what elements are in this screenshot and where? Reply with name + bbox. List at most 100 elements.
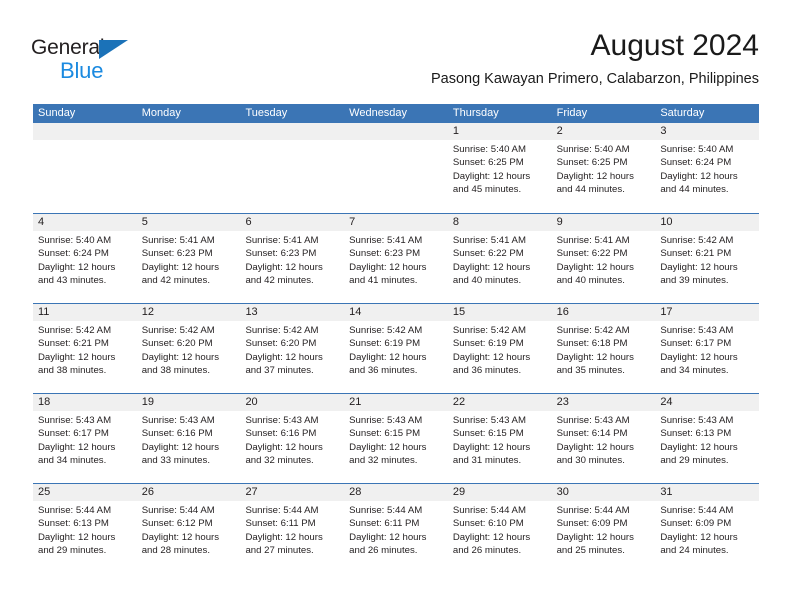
day-details-25[interactable]: Sunrise: 5:44 AM Sunset: 6:13 PM Daylight:… xyxy=(33,501,137,574)
day-detail-line: Daylight: 12 hours xyxy=(660,261,738,273)
day-details-30[interactable]: Sunrise: 5:44 AM Sunset: 6:09 PM Daylight:… xyxy=(552,501,656,574)
day-details-27[interactable]: Sunrise: 5:44 AM Sunset: 6:11 PM Daylight:… xyxy=(240,501,344,574)
calendar-page: General Blue August 2024 Pasong Kawayan … xyxy=(0,0,792,612)
day-number-29[interactable]: 29 xyxy=(448,484,552,501)
day-number-8[interactable]: 8 xyxy=(448,214,552,231)
day-details-14[interactable]: Sunrise: 5:42 AM Sunset: 6:19 PM Daylight:… xyxy=(344,321,448,394)
day-details-26[interactable]: Sunrise: 5:44 AM Sunset: 6:12 PM Daylight:… xyxy=(137,501,241,574)
day-number-17[interactable]: 17 xyxy=(655,304,759,321)
day-number-24[interactable]: 24 xyxy=(655,394,759,411)
day-details-6[interactable]: Sunrise: 5:41 AM Sunset: 6:23 PM Daylight:… xyxy=(240,231,344,304)
day-details-31[interactable]: Sunrise: 5:44 AM Sunset: 6:09 PM Daylight:… xyxy=(655,501,759,574)
day-detail-line: and 44 minutes. xyxy=(660,183,729,195)
day-number-empty xyxy=(137,123,241,140)
day-details-15[interactable]: Sunrise: 5:42 AM Sunset: 6:19 PM Daylight:… xyxy=(448,321,552,394)
day-number-14[interactable]: 14 xyxy=(344,304,448,321)
day-number-31[interactable]: 31 xyxy=(655,484,759,501)
day-number-21[interactable]: 21 xyxy=(344,394,448,411)
day-details-8[interactable]: Sunrise: 5:41 AM Sunset: 6:22 PM Daylight:… xyxy=(448,231,552,304)
weekday-header-sunday: Sunday xyxy=(38,107,76,119)
day-detail-line: Sunrise: 5:43 AM xyxy=(38,415,112,426)
day-details-21[interactable]: Sunrise: 5:43 AM Sunset: 6:15 PM Daylight:… xyxy=(344,411,448,484)
day-details-1[interactable]: Sunrise: 5:40 AM Sunset: 6:25 PM Daylight:… xyxy=(448,140,552,213)
day-number-5[interactable]: 5 xyxy=(137,214,241,231)
day-number-23[interactable]: 23 xyxy=(552,394,656,411)
day-detail-line: Daylight: 12 hours xyxy=(556,351,634,363)
day-number-15[interactable]: 15 xyxy=(448,304,552,321)
day-number-16[interactable]: 16 xyxy=(552,304,656,321)
day-details-24[interactable]: Sunrise: 5:43 AM Sunset: 6:13 PM Daylight:… xyxy=(655,411,759,484)
day-detail-line: Sunset: 6:25 PM xyxy=(556,157,628,169)
day-detail-line: Sunset: 6:24 PM xyxy=(38,248,109,260)
day-detail-line: and 44 minutes. xyxy=(556,183,625,195)
day-details-10[interactable]: Sunrise: 5:42 AM Sunset: 6:21 PM Daylight:… xyxy=(655,231,759,304)
day-details-18[interactable]: Sunrise: 5:43 AM Sunset: 6:17 PM Daylight:… xyxy=(33,411,137,484)
day-number-10[interactable]: 10 xyxy=(655,214,759,231)
day-detail-line: and 34 minutes. xyxy=(38,454,107,466)
calendar-week-row: 4 5 6 7 8 9 10 Sunrise: 5:40 AM Sunset: 6:24 PM D… xyxy=(33,213,759,303)
day-detail-line: Daylight: 12 hours xyxy=(38,351,116,363)
day-number-9[interactable]: 9 xyxy=(552,214,656,231)
day-number-26[interactable]: 26 xyxy=(137,484,241,501)
day-details-19[interactable]: Sunrise: 5:43 AM Sunset: 6:16 PM Daylight:… xyxy=(137,411,241,484)
weekday-header-wednesday: Wednesday xyxy=(349,107,408,119)
calendar-week-row: 18 19 20 21 22 23 24 Sunrise: 5:43 AM Sunset: 6:… xyxy=(33,393,759,483)
day-details-empty xyxy=(344,140,448,213)
day-number-28[interactable]: 28 xyxy=(344,484,448,501)
day-details-20[interactable]: Sunrise: 5:43 AM Sunset: 6:16 PM Daylight:… xyxy=(240,411,344,484)
day-number-12[interactable]: 12 xyxy=(137,304,241,321)
day-details-12[interactable]: Sunrise: 5:42 AM Sunset: 6:20 PM Daylight:… xyxy=(137,321,241,394)
day-number-18[interactable]: 18 xyxy=(33,394,137,411)
day-details-17[interactable]: Sunrise: 5:43 AM Sunset: 6:17 PM Daylight:… xyxy=(655,321,759,394)
day-details-9[interactable]: Sunrise: 5:41 AM Sunset: 6:22 PM Daylight:… xyxy=(552,231,656,304)
day-details-16[interactable]: Sunrise: 5:42 AM Sunset: 6:18 PM Daylight:… xyxy=(552,321,656,394)
day-detail-line: and 36 minutes. xyxy=(349,364,418,376)
day-details-11[interactable]: Sunrise: 5:42 AM Sunset: 6:21 PM Daylight:… xyxy=(33,321,137,394)
day-number-22[interactable]: 22 xyxy=(448,394,552,411)
generalblue-logo[interactable]: General Blue xyxy=(31,36,161,86)
day-number-11[interactable]: 11 xyxy=(33,304,137,321)
day-details-7[interactable]: Sunrise: 5:41 AM Sunset: 6:23 PM Daylight:… xyxy=(344,231,448,304)
day-details-4[interactable]: Sunrise: 5:40 AM Sunset: 6:24 PM Daylight:… xyxy=(33,231,137,304)
day-number-13[interactable]: 13 xyxy=(240,304,344,321)
day-detail-line: Sunrise: 5:41 AM xyxy=(452,235,526,246)
day-number-4[interactable]: 4 xyxy=(33,214,137,231)
week-date-band: 123 xyxy=(33,123,759,140)
day-number-3[interactable]: 3 xyxy=(655,123,759,140)
day-details-23[interactable]: Sunrise: 5:43 AM Sunset: 6:14 PM Daylight:… xyxy=(552,411,656,484)
day-detail-line: and 40 minutes. xyxy=(556,274,625,286)
calendar-week-row: 25 26 27 28 29 30 31 Sunrise: 5:44 AM Sunset: 6:… xyxy=(33,483,759,573)
day-detail-line: Daylight: 12 hours xyxy=(660,441,738,453)
day-detail-line: Sunset: 6:13 PM xyxy=(38,518,109,530)
day-number-1[interactable]: 1 xyxy=(448,123,552,140)
day-number-empty xyxy=(344,123,448,140)
day-detail-line: Sunrise: 5:44 AM xyxy=(349,505,423,516)
day-details-5[interactable]: Sunrise: 5:41 AM Sunset: 6:23 PM Daylight:… xyxy=(137,231,241,304)
day-number-6[interactable]: 6 xyxy=(240,214,344,231)
day-detail-line: Daylight: 12 hours xyxy=(556,170,634,182)
day-detail-line: Sunrise: 5:43 AM xyxy=(556,415,630,426)
day-detail-line: and 37 minutes. xyxy=(245,364,314,376)
day-detail-line: Sunset: 6:22 PM xyxy=(556,248,628,260)
day-details-13[interactable]: Sunrise: 5:42 AM Sunset: 6:20 PM Daylight:… xyxy=(240,321,344,394)
day-number-20[interactable]: 20 xyxy=(240,394,344,411)
day-number-30[interactable]: 30 xyxy=(552,484,656,501)
day-number-27[interactable]: 27 xyxy=(240,484,344,501)
day-detail-line: and 40 minutes. xyxy=(452,274,522,286)
day-number-7[interactable]: 7 xyxy=(344,214,448,231)
day-details-3[interactable]: Sunrise: 5:40 AM Sunset: 6:24 PM Daylight:… xyxy=(655,140,759,213)
day-details-2[interactable]: Sunrise: 5:40 AM Sunset: 6:25 PM Daylight:… xyxy=(552,140,656,213)
day-details-empty xyxy=(240,140,344,213)
day-detail-line: Sunset: 6:16 PM xyxy=(141,428,213,440)
day-number-2[interactable]: 2 xyxy=(552,123,656,140)
day-number-19[interactable]: 19 xyxy=(137,394,241,411)
logo-text-general: General xyxy=(31,36,105,59)
day-details-28[interactable]: Sunrise: 5:44 AM Sunset: 6:11 PM Daylight:… xyxy=(344,501,448,574)
day-detail-line: Daylight: 12 hours xyxy=(452,441,531,453)
week-detail-band: Sunrise: 5:40 AM Sunset: 6:24 PM Daylight:… xyxy=(33,231,759,304)
day-detail-line: Daylight: 12 hours xyxy=(660,351,738,363)
day-number-25[interactable]: 25 xyxy=(33,484,137,501)
day-detail-line: and 29 minutes. xyxy=(38,544,107,556)
day-details-29[interactable]: Sunrise: 5:44 AM Sunset: 6:10 PM Daylight:… xyxy=(448,501,552,574)
day-details-22[interactable]: Sunrise: 5:43 AM Sunset: 6:15 PM Daylight:… xyxy=(448,411,552,484)
